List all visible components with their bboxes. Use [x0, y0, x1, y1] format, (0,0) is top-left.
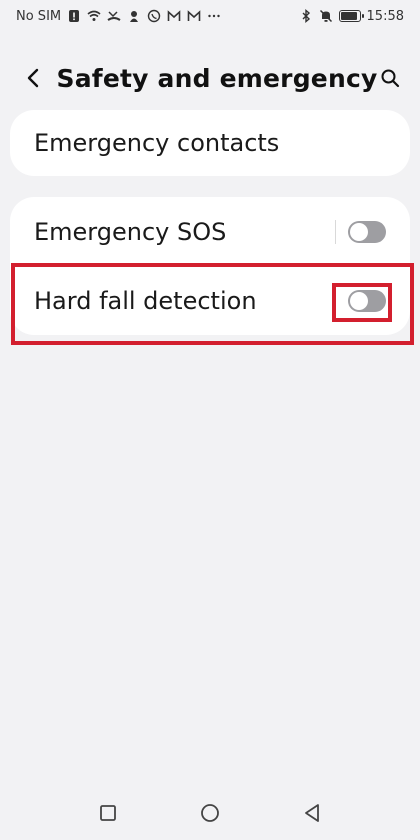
- home-button[interactable]: [199, 802, 221, 824]
- navigation-bar: [0, 786, 420, 840]
- nav-back-button[interactable]: [301, 802, 323, 824]
- recents-icon: [100, 805, 116, 821]
- hard-fall-detection-toggle[interactable]: [348, 289, 386, 312]
- missed-call-icon: [107, 9, 121, 23]
- clock-text: 15:58: [366, 8, 404, 24]
- emergency-contacts-label: Emergency contacts: [34, 129, 280, 157]
- status-right: 15:58: [299, 9, 404, 24]
- carrier-text: No SIM: [16, 8, 62, 24]
- wifi-icon: [87, 9, 101, 23]
- emergency-sos-toggle[interactable]: [348, 220, 386, 243]
- status-bar: No SIM 15:58: [0, 0, 420, 32]
- home-icon: [201, 804, 219, 822]
- emergency-settings-card: Emergency SOS Hard fall detection: [10, 197, 410, 335]
- emergency-contacts-card: Emergency contacts: [10, 110, 410, 176]
- app-bar: Safety and emergency: [0, 52, 420, 104]
- recents-button[interactable]: [97, 802, 119, 824]
- emergency-sos-label: Emergency SOS: [34, 217, 227, 246]
- mute-icon: [319, 9, 333, 23]
- toggle-knob: [350, 222, 368, 241]
- gmail-icon: [187, 9, 201, 23]
- hard-fall-detection-label: Hard fall detection: [34, 286, 257, 315]
- location-icon: [127, 9, 141, 23]
- back-button[interactable]: [22, 64, 47, 92]
- hard-fall-detection-controls: [348, 289, 386, 312]
- hard-fall-detection-item[interactable]: Hard fall detection: [10, 266, 410, 335]
- back-icon: [305, 804, 319, 822]
- emergency-contacts-item[interactable]: Emergency contacts: [10, 110, 410, 176]
- whatsapp-icon: [147, 9, 161, 23]
- vertical-divider: [335, 219, 336, 244]
- chevron-left-icon: [28, 68, 39, 88]
- gmail-icon: [167, 9, 181, 23]
- sim-alert-icon: [67, 9, 81, 23]
- search-button[interactable]: [377, 64, 402, 92]
- more-dots-icon: [207, 9, 221, 23]
- emergency-sos-controls: [335, 219, 386, 244]
- status-left: No SIM: [16, 9, 221, 24]
- emergency-sos-item[interactable]: Emergency SOS: [10, 197, 410, 266]
- toggle-knob: [350, 291, 368, 310]
- search-icon: [381, 69, 399, 88]
- page-title: Safety and emergency: [56, 63, 378, 93]
- bluetooth-icon: [299, 9, 313, 23]
- battery-icon: [338, 10, 364, 22]
